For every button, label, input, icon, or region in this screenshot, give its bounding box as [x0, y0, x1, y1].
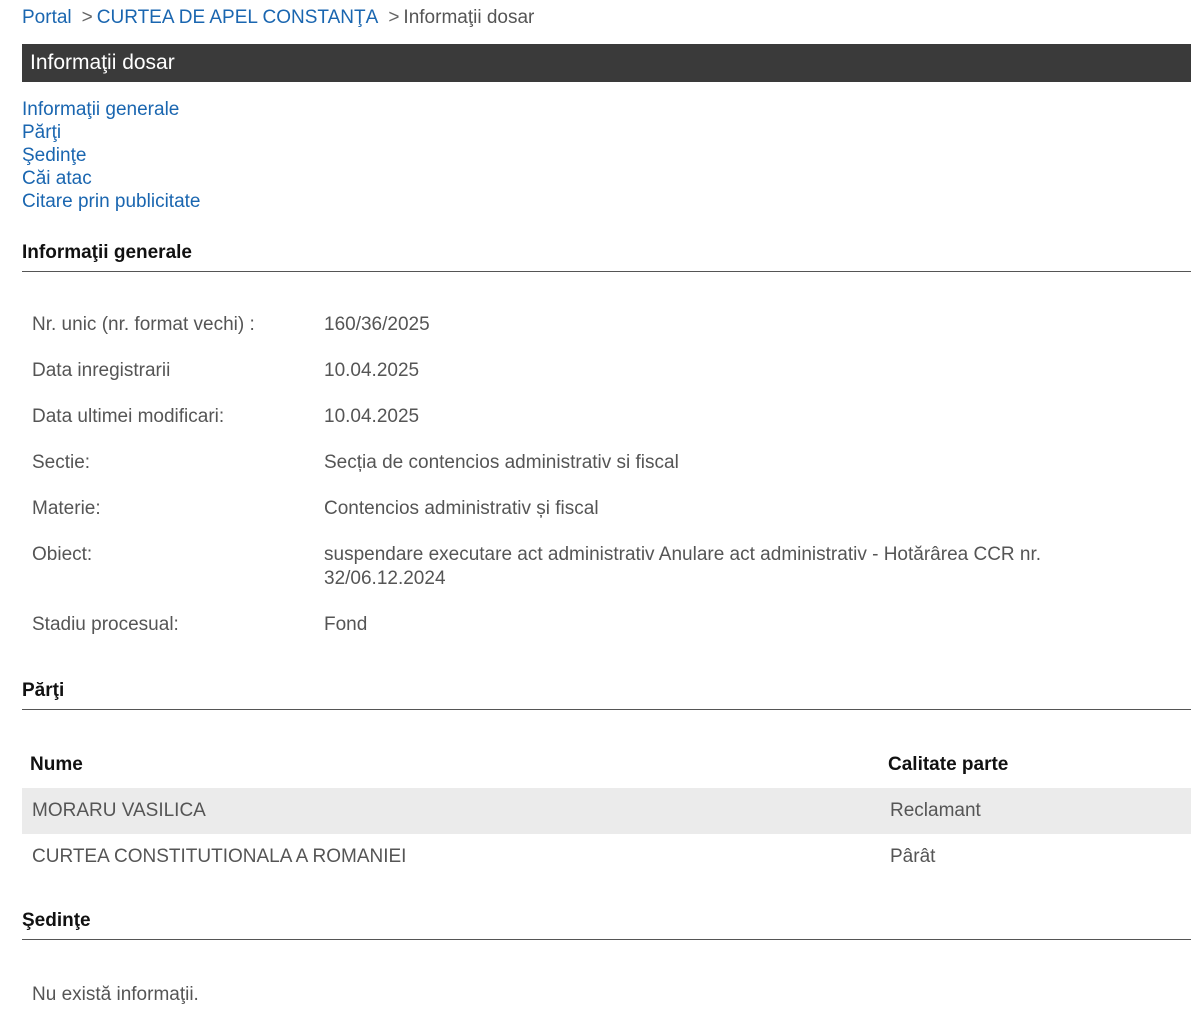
link-citare-publicitate[interactable]: Citare prin publicitate	[22, 190, 200, 213]
info-label: Sectie:	[32, 452, 91, 473]
table-header-row: Nume Calitate parte	[22, 742, 1191, 788]
section-heading-general: Informaţii generale	[22, 242, 1191, 272]
case-info-page: Portal > CURTEA DE APEL CONSTANŢA > Informaţ…	[0, 0, 1200, 1030]
party-role: Reclamant	[880, 788, 1191, 834]
link-informatii-generale[interactable]: Informaţii generale	[22, 98, 200, 121]
section-heading-parti: Părţi	[22, 680, 1191, 710]
info-row: Materie: Contencios administrativ și fis…	[32, 497, 1172, 543]
party-role: Pârât	[890, 846, 936, 867]
table-row: CURTEA CONSTITUTIONALA A ROMANIEI Pârât	[22, 834, 1191, 880]
breadcrumb-current: Informaţii dosar	[403, 7, 535, 28]
breadcrumb-separator: >	[388, 7, 400, 28]
link-cai-atac[interactable]: Căi atac	[22, 167, 200, 190]
breadcrumb-portal-link[interactable]: Portal	[22, 7, 72, 28]
parties-table: Nume Calitate parte MORARU VASILICA Recl…	[22, 742, 1191, 880]
info-row: Stadiu procesual: Fond	[32, 613, 1172, 659]
link-sedinte[interactable]: Şedinţe	[22, 144, 200, 167]
column-header-calitate: Calitate parte	[888, 754, 1009, 775]
info-value: Secția de contencios administrativ si fi…	[324, 452, 679, 473]
section-heading-sedinte: Şedinţe	[22, 910, 1191, 940]
info-row: Data inregistrarii 10.04.2025	[32, 359, 1172, 405]
party-name: CURTEA CONSTITUTIONALA A ROMANIEI	[32, 846, 407, 867]
party-name: MORARU VASILICA	[22, 788, 880, 834]
info-value: suspendare executare act administrativ A…	[324, 544, 1042, 589]
breadcrumb-separator: >	[81, 7, 93, 28]
info-label: Data inregistrarii	[32, 360, 171, 381]
info-value: Contencios administrativ și fiscal	[324, 498, 599, 519]
info-label: Data ultimei modificari:	[32, 406, 225, 427]
info-label: Stadiu procesual:	[32, 614, 179, 635]
info-row: Sectie: Secția de contencios administrat…	[32, 451, 1172, 497]
info-value: Fond	[324, 614, 368, 635]
general-info-table: Nr. unic (nr. format vechi) : 160/36/202…	[32, 313, 1172, 659]
info-value: 10.04.2025	[324, 406, 420, 427]
breadcrumb: Portal > CURTEA DE APEL CONSTANŢA > Informaţ…	[22, 6, 534, 30]
info-row: Data ultimei modificari: 10.04.2025	[32, 405, 1172, 451]
info-value: 10.04.2025	[324, 360, 420, 381]
table-row: MORARU VASILICA Reclamant	[22, 788, 1191, 834]
link-parti[interactable]: Părţi	[22, 121, 200, 144]
info-label: Nr. unic (nr. format vechi) :	[32, 314, 255, 335]
info-label: Obiect:	[32, 544, 93, 565]
info-row: Nr. unic (nr. format vechi) : 160/36/202…	[32, 313, 1172, 359]
empty-message: Nu există informaţii.	[32, 984, 199, 1005]
section-links: Informaţii generale Părţi Şedinţe Căi at…	[22, 98, 200, 213]
info-label: Materie:	[32, 498, 101, 519]
page-title: Informaţii dosar	[22, 44, 1191, 82]
info-value: 160/36/2025	[324, 314, 430, 335]
column-header-nume: Nume	[30, 754, 83, 775]
info-row: Obiect: suspendare executare act adminis…	[32, 543, 1172, 613]
breadcrumb-court-link[interactable]: CURTEA DE APEL CONSTANŢA	[97, 7, 379, 28]
